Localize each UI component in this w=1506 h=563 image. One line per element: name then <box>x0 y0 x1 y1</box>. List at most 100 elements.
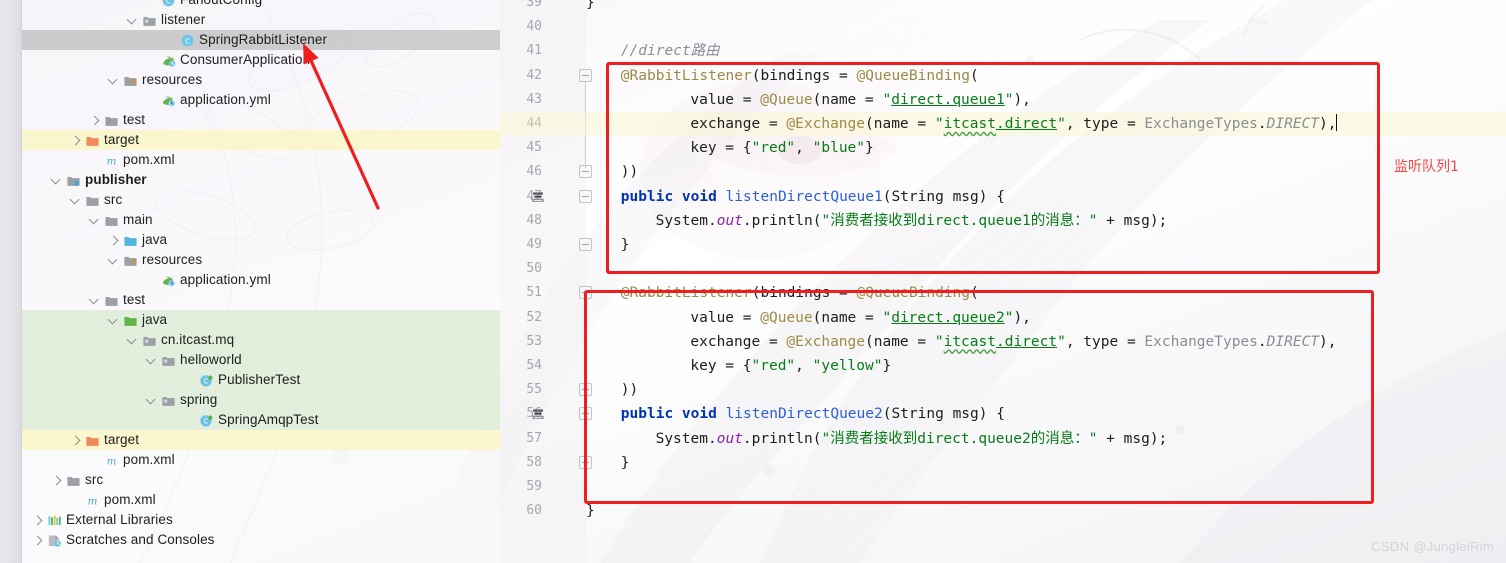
code-token: @Queue <box>760 91 813 108</box>
tree-item-label: test <box>123 292 146 307</box>
chevron-down-icon[interactable] <box>146 395 157 406</box>
editor-code-area[interactable]: } //direct路由 @RabbitListener (bindings = @Q… <box>500 0 1506 563</box>
code-line[interactable]: @RabbitListener (bindings = @QueueBinding… <box>586 64 979 88</box>
code-token: " <box>1057 116 1066 132</box>
code-token: ( <box>812 430 822 447</box>
code-line[interactable]: System.out.println("消费者接收到direct.queue2的… <box>586 427 1168 451</box>
code-line[interactable]: @RabbitListener (bindings = @QueueBinding… <box>586 281 979 305</box>
chevron-down-icon[interactable] <box>127 335 138 346</box>
tree-item-src[interactable]: src <box>22 470 500 490</box>
tree-item-pom-xml[interactable]: m pom.xml <box>22 150 500 170</box>
code-line[interactable]: exchange = @Exchange(name = "itcast.dire… <box>586 330 1336 354</box>
tree-item-label: PublisherTest <box>218 372 301 387</box>
tree-item-spring[interactable]: spring <box>22 390 500 410</box>
tree-item-pom-xml[interactable]: m pom.xml <box>22 490 500 510</box>
tree-item-scratches-and-consoles[interactable]: Scratches and Consoles <box>22 530 500 550</box>
tree-item-external-libraries[interactable]: External Libraries <box>22 510 500 530</box>
code-line[interactable]: )) <box>586 378 638 402</box>
code-token: } <box>882 358 892 374</box>
code-line[interactable]: public void listenDirectQueue2(String ms… <box>586 402 1005 426</box>
code-line[interactable]: } <box>586 499 595 523</box>
folder-icon <box>104 113 119 128</box>
chevron-right-icon[interactable] <box>51 475 62 486</box>
code-line[interactable]: //direct路由 <box>586 39 720 63</box>
tree-item-cn-itcast-mq[interactable]: cn.itcast.mq <box>22 330 500 350</box>
code-token: " <box>934 333 944 350</box>
tree-item-label: application.yml <box>180 272 271 287</box>
code-line[interactable]: value = @Queue(name = "direct.queue2"), <box>586 306 1031 330</box>
tree-item-springamqptest[interactable]: C SpringAmqpTest <box>22 410 500 430</box>
tree-item-test[interactable]: test <box>22 110 500 130</box>
code-token: = <box>830 67 857 84</box>
code-line[interactable]: System.out.println("消费者接收到direct.queue1的… <box>586 209 1168 233</box>
tree-item-java[interactable]: java <box>22 310 500 330</box>
tree-item-label: test <box>123 112 146 127</box>
code-token: . <box>742 430 752 447</box>
chevron-down-icon[interactable] <box>127 15 138 26</box>
chevron-down-icon[interactable] <box>89 215 100 226</box>
code-line[interactable]: key = {"red", "yellow"} <box>586 354 891 378</box>
code-token: "red" <box>751 358 796 374</box>
tree-item-label: java <box>142 232 168 247</box>
twisty-placeholder <box>89 455 100 466</box>
tree-item-publishertest[interactable]: C PublisherTest <box>22 370 500 390</box>
code-token: + msg); <box>1097 212 1168 229</box>
chevron-right-icon[interactable] <box>70 135 81 146</box>
left-tool-gutter[interactable] <box>0 0 22 563</box>
code-token: ), <box>1013 91 1031 108</box>
project-tool-window[interactable]: C FanoutConfig listener C SpringRabbitListen… <box>22 0 500 563</box>
tree-item-publisher[interactable]: publisher <box>22 170 500 190</box>
twisty-placeholder <box>70 495 81 506</box>
chevron-down-icon[interactable] <box>51 175 62 186</box>
tree-item-listener[interactable]: listener <box>22 10 500 30</box>
tree-item-application-yml[interactable]: application.yml <box>22 90 500 110</box>
tree-item-label: SpringAmqpTest <box>218 412 319 427</box>
tree-item-main[interactable]: main <box>22 210 500 230</box>
chevron-down-icon[interactable] <box>70 195 81 206</box>
chevron-right-icon[interactable] <box>108 235 119 246</box>
code-line[interactable]: value = @Queue(name = "direct.queue1"), <box>586 88 1031 112</box>
code-line[interactable]: } <box>586 0 595 15</box>
code-token: DIRECT <box>1266 333 1320 350</box>
code-token: name <box>821 309 857 326</box>
tree-item-springrabbitlistener[interactable]: C SpringRabbitListener <box>22 30 500 50</box>
scratches-icon <box>47 533 62 548</box>
code-token: . <box>707 430 717 447</box>
code-line[interactable]: } <box>586 233 630 257</box>
code-line[interactable]: public void listenDirectQueue1(String ms… <box>586 185 1005 209</box>
code-token: ( <box>970 285 979 302</box>
tree-item-target[interactable]: target <box>22 130 500 150</box>
tree-item-pom-xml[interactable]: m pom.xml <box>22 450 500 470</box>
tree-item-application-yml[interactable]: application.yml <box>22 270 500 290</box>
tree-item-resources[interactable]: resources <box>22 250 500 270</box>
code-line[interactable]: } <box>586 451 630 475</box>
tree-item-fanoutconfig[interactable]: C FanoutConfig <box>22 0 500 10</box>
chevron-right-icon[interactable] <box>32 515 43 526</box>
chevron-right-icon[interactable] <box>32 535 43 546</box>
tree-item-test[interactable]: test <box>22 290 500 310</box>
chevron-right-icon[interactable] <box>89 115 100 126</box>
code-editor[interactable]: 3940414243444546474849505152535455565758… <box>500 0 1506 563</box>
code-line[interactable]: key = {"red", "blue"} <box>586 136 873 160</box>
chevron-down-icon[interactable] <box>146 355 157 366</box>
maven-icon: m <box>104 153 119 168</box>
tree-item-resources[interactable]: resources <box>22 70 500 90</box>
code-token: @Exchange <box>786 116 865 132</box>
chevron-right-icon[interactable] <box>70 435 81 446</box>
tree-item-java[interactable]: java <box>22 230 500 250</box>
chevron-down-icon[interactable] <box>108 255 119 266</box>
java-class-icon: C <box>180 33 195 48</box>
code-token: , <box>795 358 813 374</box>
tree-item-helloworld[interactable]: helloworld <box>22 350 500 370</box>
code-token: " <box>882 309 892 326</box>
chevron-down-icon[interactable] <box>89 295 100 306</box>
code-line[interactable]: exchange = @Exchange(name = "itcast.dire… <box>586 112 1337 136</box>
code-token: println <box>751 212 813 229</box>
tree-item-consumerapplication[interactable]: ConsumerApplication <box>22 50 500 70</box>
code-token: ( <box>970 67 979 84</box>
code-line[interactable]: )) <box>586 160 638 184</box>
chevron-down-icon[interactable] <box>108 315 119 326</box>
chevron-down-icon[interactable] <box>108 75 119 86</box>
tree-item-target[interactable]: target <box>22 430 500 450</box>
tree-item-src[interactable]: src <box>22 190 500 210</box>
